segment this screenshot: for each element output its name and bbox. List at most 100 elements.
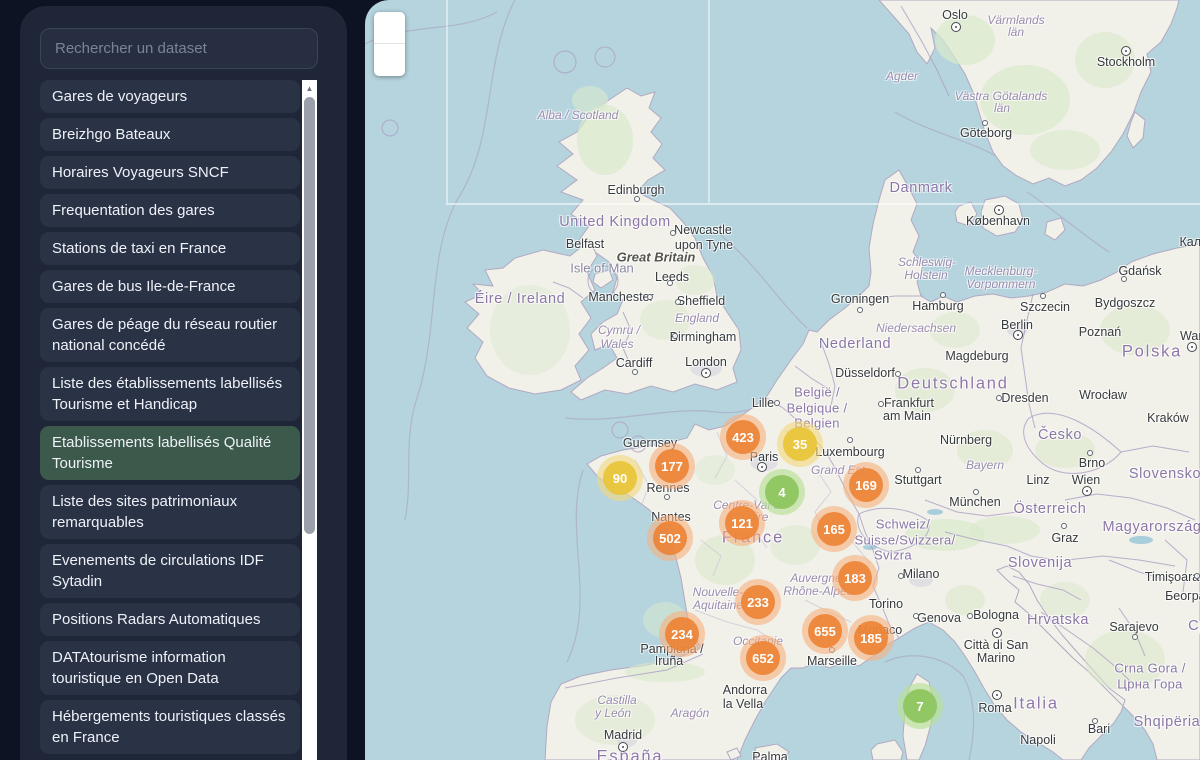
- city-dot-icon: [670, 230, 676, 236]
- cluster-marker[interactable]: 655: [802, 608, 848, 654]
- cluster-marker[interactable]: 502: [647, 515, 693, 561]
- tile-seam: [446, 0, 448, 203]
- capital-city-icon: [1187, 342, 1197, 352]
- map-label: Polska: [1122, 343, 1182, 362]
- map-label: Groningen: [831, 292, 889, 306]
- map-zoom-control: [374, 12, 405, 76]
- city-dot-icon: [1132, 634, 1138, 640]
- map-label: Roma: [978, 701, 1011, 715]
- map-label: Bologna: [973, 608, 1019, 622]
- city-dot-icon: [913, 613, 919, 619]
- capital-city-icon: [992, 628, 1002, 638]
- city-dot-icon: [667, 280, 673, 286]
- map-label: Nederland: [819, 336, 891, 352]
- map[interactable]: OsloStockholmGöteborgKøbenhavnVärmlandsl…: [365, 0, 1200, 760]
- cluster-marker[interactable]: 35: [777, 421, 823, 467]
- dataset-item[interactable]: DATAtourisme information touristique en …: [40, 641, 300, 695]
- map-label: Nürnberg: [940, 433, 992, 447]
- map-label: Italia: [1013, 695, 1059, 714]
- capital-city-icon: [994, 205, 1004, 215]
- city-dot-icon: [857, 307, 863, 313]
- city-dot-icon: [1087, 450, 1093, 456]
- dataset-item[interactable]: Gares de péage du réseau routier nationa…: [40, 308, 300, 362]
- map-label: Slovenija: [1008, 555, 1072, 571]
- dataset-item[interactable]: Horaires Voyageurs SNCF: [40, 156, 300, 189]
- map-label: Manchester: [588, 290, 653, 304]
- city-dot-icon: [647, 294, 653, 300]
- map-label: Isle of Man: [570, 261, 634, 276]
- cluster-marker[interactable]: 4: [759, 469, 805, 515]
- cluster-marker[interactable]: 234: [659, 611, 705, 657]
- map-label: Wales: [600, 337, 633, 351]
- map-label: Linz: [1027, 473, 1050, 487]
- map-label: Schweiz/: [876, 517, 930, 532]
- cluster-marker[interactable]: 7: [897, 683, 943, 729]
- cluster-marker[interactable]: 183: [832, 555, 878, 601]
- cluster-marker[interactable]: 169: [843, 462, 889, 508]
- dataset-item[interactable]: Liste des établissements labellisés Tour…: [40, 367, 300, 421]
- list-scrollbar[interactable]: ▲: [302, 80, 317, 760]
- city-dot-icon: [672, 333, 678, 339]
- cluster-marker[interactable]: 423: [720, 414, 766, 460]
- map-label: la Vella: [723, 697, 763, 711]
- map-label: Bydgoszcz: [1095, 296, 1155, 310]
- map-label: Hamburg: [912, 299, 963, 313]
- map-label: Castilla: [597, 693, 636, 707]
- zoom-out-button[interactable]: [374, 44, 405, 76]
- map-label: Österreich: [1014, 501, 1087, 517]
- capital-city-icon: [951, 22, 961, 32]
- map-label: Bari: [1088, 722, 1110, 736]
- dataset-item[interactable]: Liste des sites patrimoniaux remarquable…: [40, 485, 300, 539]
- dataset-item[interactable]: Etablissements labellisés Qualité Touris…: [40, 426, 300, 480]
- map-label: Holstein: [904, 268, 947, 282]
- cluster-marker[interactable]: 177: [649, 443, 695, 489]
- map-label: Frankfurt: [884, 396, 934, 410]
- dataset-list: Gares de voyageurs Breizhgo Bateaux Horair…: [40, 80, 300, 760]
- map-label: Stuttgart: [894, 473, 941, 487]
- map-label: Crna Gora /: [1114, 661, 1185, 676]
- map-label: Београд: [1165, 589, 1200, 603]
- map-label: Agder: [886, 69, 918, 83]
- dataset-item[interactable]: Hébergements touristiques classés en Fra…: [40, 700, 300, 754]
- dataset-item[interactable]: Gares de voyageurs: [40, 80, 300, 113]
- city-dot-icon: [847, 437, 853, 443]
- map-label: München: [949, 495, 1000, 509]
- cluster-marker[interactable]: 90: [597, 455, 643, 501]
- dataset-item[interactable]: Evenements de circulations IDF Sytadin: [40, 544, 300, 598]
- scrollbar-up-arrow-icon[interactable]: ▲: [302, 83, 317, 95]
- search-input[interactable]: [40, 28, 318, 69]
- dataset-item[interactable]: Stations de taxi en France: [40, 232, 300, 265]
- dataset-item[interactable]: Gares de bus Ile-de-France: [40, 270, 300, 303]
- dataset-item[interactable]: Breizhgo Bateaux: [40, 118, 300, 151]
- map-label: Marino: [977, 651, 1015, 665]
- map-label: Deutschland: [897, 375, 1009, 394]
- map-label: Schleswig-: [898, 255, 956, 269]
- city-dot-icon: [774, 400, 780, 406]
- city-dot-icon: [1092, 718, 1098, 724]
- city-dot-icon: [675, 299, 681, 305]
- map-label: Niedersachsen: [876, 321, 956, 335]
- cluster-marker[interactable]: 121: [719, 500, 765, 546]
- city-dot-icon: [973, 489, 979, 495]
- cluster-marker[interactable]: 165: [811, 506, 857, 552]
- city-dot-icon: [1061, 523, 1067, 529]
- cluster-marker[interactable]: 185: [848, 615, 894, 661]
- city-dot-icon: [1121, 276, 1127, 282]
- scrollbar-thumb[interactable]: [304, 97, 315, 534]
- dataset-item[interactable]: Frequentation des gares: [40, 194, 300, 227]
- city-dot-icon: [1040, 293, 1046, 299]
- map-label: Slovensko: [1129, 466, 1200, 482]
- map-label: Bayern: [966, 458, 1004, 472]
- cluster-marker[interactable]: 233: [735, 579, 781, 625]
- dataset-item[interactable]: Positions Radars Automatiques: [40, 603, 300, 636]
- map-label: Svizra: [874, 548, 912, 563]
- map-label: London: [685, 355, 727, 369]
- map-label: Česko: [1038, 427, 1082, 443]
- map-label: Калининград: [1179, 235, 1200, 249]
- cluster-marker[interactable]: 652: [740, 635, 786, 681]
- city-dot-icon: [967, 613, 973, 619]
- map-label: Alba / Scotland: [538, 108, 619, 122]
- map-label: Србија: [1188, 618, 1200, 634]
- map-label: Sarajevo: [1109, 620, 1158, 634]
- zoom-in-button[interactable]: [374, 12, 405, 44]
